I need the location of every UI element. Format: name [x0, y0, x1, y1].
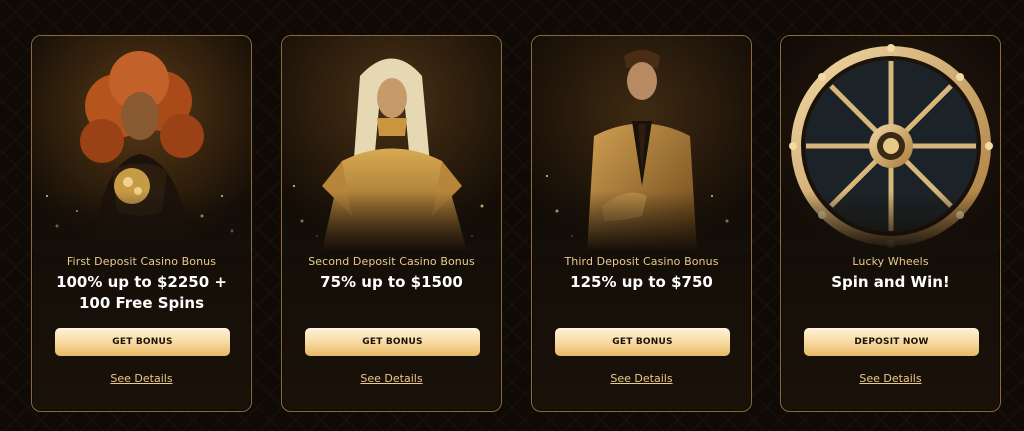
promotions-grid: First Deposit Casino Bonus 100% up to $2… [0, 0, 1024, 431]
deposit-now-button[interactable]: DEPOSIT NOW [804, 328, 979, 356]
promo-card-second-deposit: Second Deposit Casino Bonus 75% up to $1… [281, 35, 502, 412]
promo-headline-line: 125% up to $750 [570, 273, 713, 291]
fortune-wheel-icon [781, 36, 1000, 251]
promo-card-lucky-wheels: Lucky Wheels Spin and Win! DEPOSIT NOW S… [780, 35, 1001, 412]
promo-image [32, 36, 251, 251]
promo-headline-line: Spin and Win! [831, 273, 950, 291]
promo-headline: 75% up to $1500 [282, 272, 501, 293]
see-details-link[interactable]: See Details [282, 372, 501, 385]
see-details-link[interactable]: See Details [781, 372, 1000, 385]
promo-card-third-deposit: Third Deposit Casino Bonus 125% up to $7… [531, 35, 752, 412]
promo-headline-line: 100% up to $2250 + [56, 273, 227, 291]
see-details-link[interactable]: See Details [532, 372, 751, 385]
man-gold-suit-icon [532, 36, 751, 251]
promo-headline: 125% up to $750 [532, 272, 751, 293]
get-bonus-button[interactable]: GET BONUS [55, 328, 230, 356]
promo-subtitle: Lucky Wheels [852, 255, 929, 268]
promo-headline: 100% up to $2250 + 100 Free Spins [32, 272, 251, 314]
promo-image [781, 36, 1000, 251]
promo-card-first-deposit: First Deposit Casino Bonus 100% up to $2… [31, 35, 252, 412]
promo-headline: Spin and Win! [781, 272, 1000, 293]
see-details-link[interactable]: See Details [32, 372, 251, 385]
get-bonus-button[interactable]: GET BONUS [555, 328, 730, 356]
woman-blonde-gold-dress-icon [282, 36, 501, 251]
get-bonus-button[interactable]: GET BONUS [305, 328, 480, 356]
promo-subtitle: First Deposit Casino Bonus [66, 255, 217, 268]
promo-image [282, 36, 501, 251]
promo-subtitle: Third Deposit Casino Bonus [564, 255, 719, 268]
woman-red-hair-gold-icon [32, 36, 251, 251]
promo-subtitle: Second Deposit Casino Bonus [308, 255, 475, 268]
promo-headline-line: 100 Free Spins [78, 294, 205, 312]
promo-image [532, 36, 751, 251]
promo-headline-line: 75% up to $1500 [320, 273, 463, 291]
